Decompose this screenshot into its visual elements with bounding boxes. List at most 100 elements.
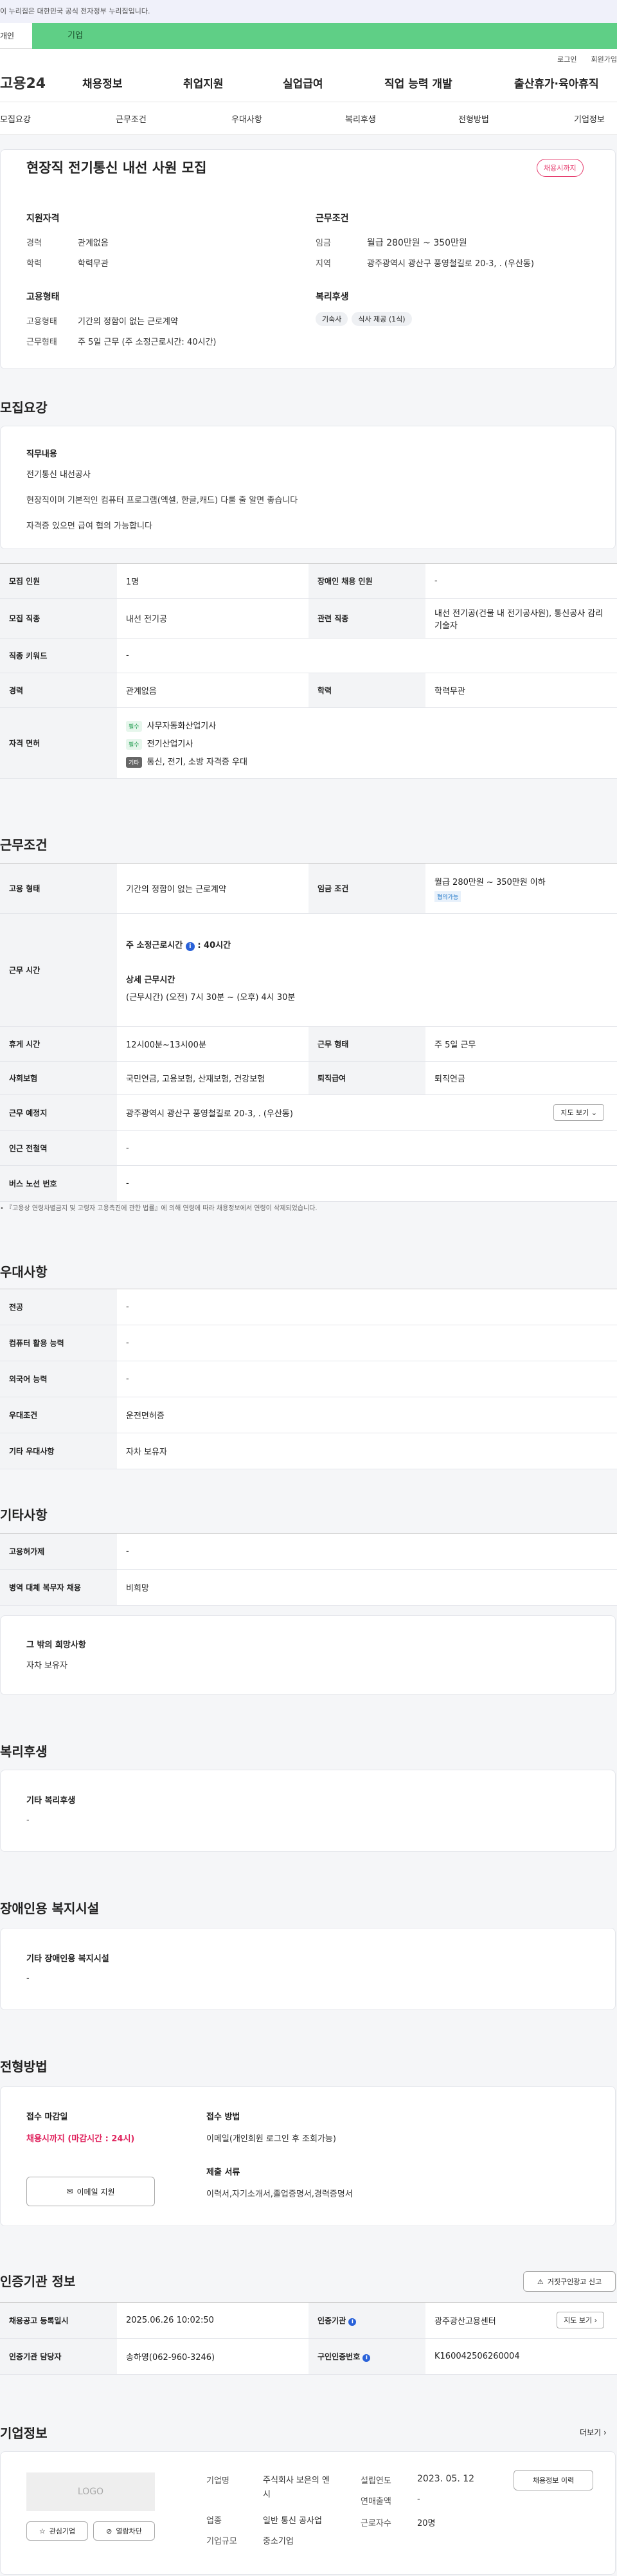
license-list: 필수 사무자동화산업기사 필수 전기산업기사 기타 통신, 전기, 소방 자격증 우대 (117, 707, 617, 779)
th: 버스 노선 번호 (0, 1165, 117, 1202)
th: 관련 직종 (308, 598, 425, 639)
td: - (117, 1165, 617, 1202)
work-type-label: 근무형태 (26, 338, 57, 347)
login-link[interactable]: 로그인 (557, 54, 577, 64)
employment-heading: 고용형태 (26, 292, 60, 302)
gnb-item-maternity-leave[interactable]: 출산휴가·육아휴직 (514, 75, 599, 91)
info-icon[interactable]: i (362, 2354, 371, 2362)
tab-company[interactable]: 기업정보 (574, 113, 605, 125)
td: 비희망 (117, 1569, 617, 1606)
license-name: 전기산업기사 (147, 739, 193, 749)
info-icon[interactable]: i (185, 941, 195, 951)
edu-value: 학력무관 (78, 259, 109, 269)
place-text: 광주광역시 광산구 풍영철길로 20-3, . (우산동) (126, 1109, 293, 1119)
conditions-heading: 근무조건 (316, 213, 349, 224)
job-history-button[interactable]: 채용정보 이력 (514, 2470, 593, 2490)
gnb-item-unemployment-benefit[interactable]: 실업급여 (283, 75, 323, 91)
agency-map-button[interactable]: 지도 보기 › (557, 2312, 604, 2328)
utility-menu: 로그인 회원가입 (0, 49, 617, 64)
size-value: 중소기업 (263, 2537, 294, 2546)
agency-table: 채용공고 등록일시 2025.06.26 10:02:50 인증기관 i 광주광산고용… (0, 2302, 617, 2375)
company-more-link[interactable]: 더보기 › (580, 2427, 607, 2438)
join-link[interactable]: 회원가입 (591, 54, 617, 64)
email-apply-label: 이메일 지원 (76, 2187, 115, 2197)
th: 고용허가제 (0, 1533, 117, 1570)
etc-table: 고용허가제 - 병역 대체 복무자 채용 비희망 (0, 1533, 617, 1606)
mode-company-tab[interactable]: 기업 (32, 23, 617, 49)
chevron-right-icon: › (594, 2316, 597, 2325)
td: 퇴직연금 (425, 1061, 617, 1095)
th: 채용공고 등록일시 (0, 2302, 117, 2339)
mail-icon: ✉ (66, 2187, 73, 2196)
th: 병역 대체 복무자 채용 (0, 1569, 117, 1606)
th: 전공 (0, 1289, 117, 1325)
emp-type-label: 고용형태 (26, 317, 57, 327)
duty-line: 현장직이며 기본적인 컴퓨터 프로그램(엑셀, 한글,캐드) 다룰 줄 알면 좋… (26, 496, 298, 505)
docs-value: 이력서,자기소개서,졸업증명서,경력증명서 (206, 2190, 353, 2199)
negotiable-tag: 협의가능 (434, 891, 461, 902)
th: 컴퓨터 활용 능력 (0, 1325, 117, 1361)
gnb-item-employment-support[interactable]: 취업지원 (183, 75, 224, 91)
sales-label: 연매출액 (361, 2497, 391, 2507)
th: 자격 면허 (0, 707, 117, 779)
detail-text: (근무시간) (오전) 7시 30분 ~ (오후) 4시 30분 (126, 992, 296, 1002)
staff-label: 근로자수 (361, 2519, 391, 2528)
age-law-note: • 『고용상 연령차별금지 및 고령자 고용촉진에 관한 법률』에 의해 연령에… (0, 1205, 317, 1212)
th: 우대조건 (0, 1397, 117, 1433)
benefit-section-title: 복리후생 (0, 1744, 48, 1759)
pref-section-title: 우대사항 (0, 1264, 48, 1280)
td: 12시00분~13시00분 (117, 1026, 308, 1062)
edu-label: 학력 (26, 259, 42, 269)
disab-title: 기타 장애인용 복지시설 (26, 1954, 109, 1964)
favorite-company-button[interactable]: ☆ 관심기업 (26, 2521, 88, 2541)
wage-cell: 월급 280만원 ~ 350만원 이하협의가능 (425, 863, 617, 914)
section-tabs: 모집요강 근무조건 우대사항 복리후생 전형방법 기업정보 (0, 102, 617, 135)
tab-recruit[interactable]: 모집요강 (0, 113, 31, 125)
tab-work-conditions[interactable]: 근무조건 (116, 113, 147, 125)
th: 인증기관 담당자 (0, 2338, 117, 2375)
favorite-label: 관심기업 (49, 2527, 76, 2535)
duty-line: 자격증 있으면 급여 협의 가능합니다 (26, 522, 152, 531)
area-label: 지역 (316, 259, 331, 269)
td: 내선 전기공 (117, 598, 308, 639)
agency-cell: 광주광산고용센터 지도 보기 › (425, 2302, 617, 2339)
global-nav: 고용24 채용정보 취업지원 실업급여 직업 능력 개발 출산휴가·육아휴직 (0, 63, 617, 102)
company-card: LOGO ☆ 관심기업 ⊘ 열람차단 기업명 주식회사 보은의 엔시 업종 일반 통… (0, 2451, 616, 2575)
th: 경력 (0, 673, 117, 708)
recruit-table: 모집 인원 1명 장애인 채용 인원 - 모집 직종 내선 전기공 관련 직종 내선 전기공… (0, 563, 617, 779)
block-view-button[interactable]: ⊘ 열람차단 (93, 2521, 155, 2541)
tab-welfare[interactable]: 복리후생 (345, 113, 376, 125)
td: - (117, 1130, 617, 1166)
chevron-right-icon: › (603, 2428, 607, 2437)
gnb-item-vocational-training[interactable]: 직업 능력 개발 (384, 75, 452, 91)
th: 기타 우대사항 (0, 1433, 117, 1469)
gnb-item-jobs[interactable]: 채용정보 (82, 75, 123, 91)
tab-process[interactable]: 전형방법 (458, 113, 489, 125)
deadline-title: 접수 마감일 (26, 2112, 68, 2122)
place-cell: 광주광역시 광산구 풍영철길로 20-3, . (우산동) 지도 보기 ⌄ (117, 1094, 617, 1131)
area-value: 광주광역시 광산구 풍영철길로 20-3, . (우산동) (367, 259, 534, 269)
recruit-section-title: 모집요강 (0, 400, 48, 415)
required-tag: 필수 (126, 738, 142, 750)
th: 외국어 능력 (0, 1361, 117, 1397)
gov-notice: 이 누리집은 대한민국 공식 전자정부 누리집입니다. (0, 0, 617, 23)
site-logo[interactable]: 고용24 (0, 72, 46, 93)
duty-heading: 직무내용 (26, 449, 57, 459)
false-ad-report-button[interactable]: ⚠ 거짓구인광고 신고 (523, 2271, 616, 2292)
job-summary-card: 현장직 전기통신 내선 사원 모집 채용시까지 지원자격 경력 관계없음 학력 … (0, 149, 616, 369)
email-apply-button[interactable]: ✉ 이메일 지원 (26, 2177, 155, 2206)
sales-value: - (417, 2494, 420, 2504)
wage-text: 월급 280만원 ~ 350만원 이하 (434, 877, 546, 887)
method-value: 이메일(개인회원 로그인 후 조회가능) (206, 2134, 336, 2144)
map-button[interactable]: 지도 보기 ⌄ (553, 1104, 604, 1121)
td: - (117, 638, 617, 673)
mode-personal-tab[interactable]: 개인 (0, 23, 32, 49)
method-title: 접수 방법 (206, 2112, 240, 2122)
company-section-title: 기업정보 (0, 2426, 48, 2441)
td: - (425, 563, 617, 599)
info-icon[interactable]: i (348, 2318, 357, 2326)
company-name: 주식회사 보은의 엔시 (263, 2476, 330, 2499)
td: 자차 보유자 (117, 1433, 617, 1469)
welfare-pills: 기숙사 식사 제공 (1식) (316, 312, 416, 326)
tab-preferences[interactable]: 우대사항 (231, 113, 262, 125)
